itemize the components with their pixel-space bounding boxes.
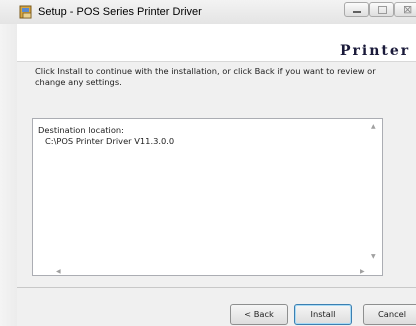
maximize-button[interactable]: [369, 2, 394, 17]
window-frame-edge: [0, 24, 17, 326]
scroll-right-arrow-icon[interactable]: ▶: [360, 268, 365, 275]
close-button[interactable]: ⊠: [394, 2, 416, 17]
header-title: Printer: [340, 43, 411, 59]
minimize-button[interactable]: [344, 2, 369, 17]
footer-divider: [17, 287, 416, 288]
minimize-icon: [353, 11, 361, 13]
maximize-icon: [378, 6, 387, 14]
instructions-text: Click Install to continue with the insta…: [35, 66, 376, 87]
destination-label: Destination location:: [38, 125, 124, 135]
cancel-button[interactable]: Cancel: [363, 304, 416, 325]
install-button[interactable]: Install: [294, 304, 352, 325]
setup-window: Setup - POS Series Printer Driver ⊠ Prin…: [0, 0, 416, 326]
scroll-left-arrow-icon[interactable]: ◀: [56, 268, 61, 275]
destination-summary-box[interactable]: Destination location: C:\POS Printer Dri…: [32, 118, 383, 276]
scroll-down-arrow-icon[interactable]: ▼: [371, 253, 376, 260]
wizard-header: Printer: [17, 24, 416, 62]
close-icon: ⊠: [403, 3, 413, 16]
destination-path: C:\POS Printer Driver V11.3.0.0: [45, 136, 175, 146]
scroll-up-arrow-icon[interactable]: ▲: [371, 123, 376, 130]
title-bar[interactable]: Setup - POS Series Printer Driver ⊠: [0, 0, 416, 24]
setup-app-icon: [19, 5, 32, 19]
window-title: Setup - POS Series Printer Driver: [38, 6, 202, 18]
back-button[interactable]: < Back: [230, 304, 288, 325]
